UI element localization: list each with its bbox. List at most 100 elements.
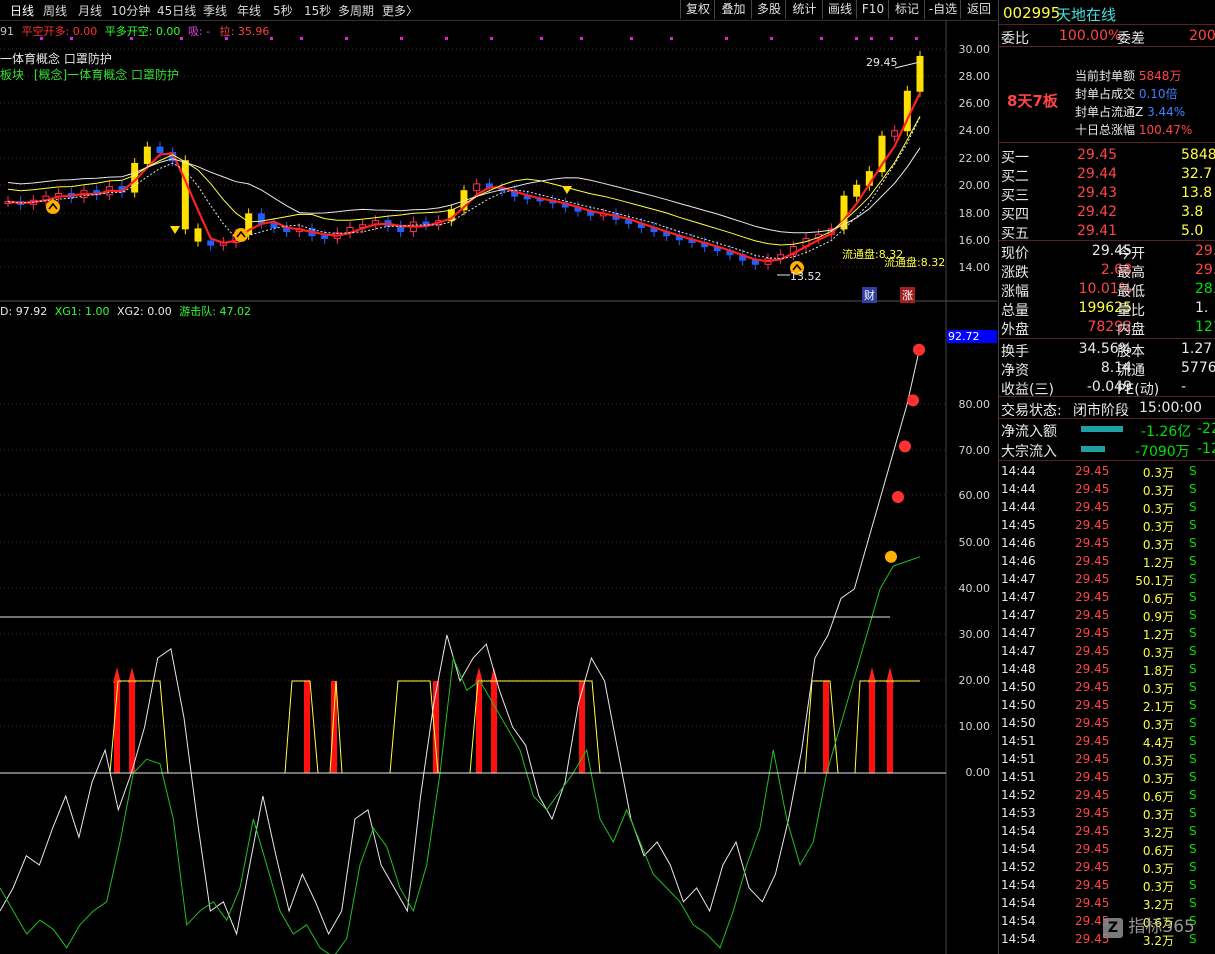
tab-10min[interactable]: 10分钟 <box>111 2 150 19</box>
signal-bar <box>579 681 585 773</box>
seal-float-label: 封单占流通Z <box>1075 105 1144 119</box>
indicator-axis-label: 60.00 <box>958 489 991 502</box>
ma-line <box>7 92 921 263</box>
signal-dot <box>270 37 273 40</box>
tab-more[interactable]: 更多〉 <box>382 2 418 19</box>
statistics-button[interactable]: 统计 <box>785 0 823 19</box>
signal-dot <box>855 37 858 40</box>
tab-5sec[interactable]: 5秒 <box>273 2 293 19</box>
tick-side: S <box>1189 896 1197 910</box>
yjd-label: 游击队 <box>179 305 213 318</box>
bid-volume: 3.8 <box>1181 204 1204 220</box>
tick-volume: 0.9万 <box>1142 610 1174 624</box>
financial-event-badge[interactable]: 财 <box>862 287 877 303</box>
mark-button[interactable]: 标记 <box>888 0 925 19</box>
tick-side: S <box>1189 698 1197 712</box>
tick-price: 29.45 <box>1075 734 1110 748</box>
tick-time: 14:52 <box>1001 860 1036 874</box>
multi-stock-button[interactable]: 多股 <box>751 0 786 19</box>
block-value2: -12 <box>1197 441 1215 457</box>
tick-row: 14:47 29.45 0.9万 S <box>999 607 1215 625</box>
bid-row[interactable]: 买一 29.45 5848 <box>999 146 1215 166</box>
header-item2-value: 0.00 <box>155 25 181 38</box>
tick-time: 14:54 <box>1001 914 1036 928</box>
tick-price: 29.45 <box>1075 824 1110 838</box>
tick-time: 14:51 <box>1001 734 1036 748</box>
overlay-button[interactable]: 叠加 <box>714 0 752 19</box>
stat-row: 涨幅 10.01% 最低 28. <box>999 280 1215 300</box>
sell-signal-icon <box>885 550 897 563</box>
tick-time: 14:51 <box>1001 770 1036 784</box>
bid-volume: 5.0 <box>1181 223 1204 239</box>
tick-price: 29.45 <box>1075 644 1110 658</box>
tab-15sec[interactable]: 15秒 <box>304 2 331 19</box>
tick-time: 14:52 <box>1001 788 1036 802</box>
watermark-logo-icon: Z <box>1103 918 1123 938</box>
netflow-row: 净流入额 -1.26亿 -22 <box>999 420 1215 440</box>
limit-up-badge[interactable]: 涨 <box>900 287 915 303</box>
signal-dot <box>345 37 348 40</box>
bid-row[interactable]: 买二 29.44 32.7 <box>999 165 1215 185</box>
tick-price: 29.45 <box>1075 806 1110 820</box>
tab-daily[interactable]: 日线 <box>10 2 34 19</box>
buy-signal-icon <box>46 200 60 214</box>
chart-area[interactable]: 91 平空开多: 0.00 平多开空: 0.00 吸: - 拉: 35.96 一… <box>0 20 997 954</box>
back-button[interactable]: 返回 <box>960 0 997 19</box>
tab-quarterly[interactable]: 季线 <box>203 2 227 19</box>
header-item4-value: 35.96 <box>237 25 270 38</box>
tick-volume: 50.1万 <box>1135 574 1174 588</box>
bid-row[interactable]: 买四 29.42 3.8 <box>999 203 1215 223</box>
signal-dot <box>400 37 403 40</box>
bid-row[interactable]: 买三 29.43 13.8 <box>999 184 1215 204</box>
tab-weekly[interactable]: 周线 <box>43 2 67 19</box>
tick-volume: 0.6万 <box>1142 790 1174 804</box>
tick-time: 14:44 <box>1001 482 1036 496</box>
restore-rights-button[interactable]: 复权 <box>680 0 715 19</box>
bid-row[interactable]: 买五 29.41 5.0 <box>999 222 1215 242</box>
tick-side: S <box>1189 536 1197 550</box>
tab-45day[interactable]: 45日线 <box>157 2 196 19</box>
block-bar <box>1081 446 1105 452</box>
tick-volume: 0.6万 <box>1142 844 1174 858</box>
signal-dot <box>540 37 543 40</box>
signal-bar <box>304 681 310 773</box>
signal-dot <box>630 37 633 40</box>
candle <box>156 146 164 154</box>
header-item3-value: - <box>206 25 211 38</box>
remove-watchlist-button[interactable]: -自选 <box>924 0 961 19</box>
stat2-value-2: - <box>1181 379 1187 395</box>
tick-time: 14:47 <box>1001 626 1036 640</box>
stat2-label: 净资 <box>1001 363 1029 379</box>
tick-price: 29.45 <box>1075 896 1110 910</box>
signal-bar <box>823 681 829 773</box>
concept-line2: 板块 [概念]一体育概念 口罩防护 <box>0 66 179 83</box>
tick-row: 14:47 29.45 0.3万 S <box>999 643 1215 661</box>
tick-time: 14:47 <box>1001 590 1036 604</box>
stock-name[interactable]: 天地在线 <box>1056 4 1116 25</box>
tick-price: 29.45 <box>1075 842 1110 856</box>
ma-line <box>7 116 921 246</box>
tick-row: 14:50 29.45 2.1万 S <box>999 697 1215 715</box>
xg2-value: 0.00 <box>147 305 172 318</box>
stat2-value-2: 5776 <box>1181 360 1215 376</box>
tab-monthly[interactable]: 月线 <box>78 2 102 19</box>
tick-price: 29.45 <box>1075 518 1110 532</box>
tab-yearly[interactable]: 年线 <box>237 2 261 19</box>
stat2-row: 换手 34.56% 股本 1.27 <box>999 340 1215 360</box>
bid-label: 买一 <box>1001 150 1029 166</box>
tab-multi-period[interactable]: 多周期 <box>338 2 374 19</box>
tick-side: S <box>1189 500 1197 514</box>
tick-side: S <box>1189 824 1197 838</box>
bid-price: 29.45 <box>1077 147 1118 163</box>
kline-chart[interactable] <box>0 20 997 954</box>
candle <box>853 184 861 197</box>
bid-volume: 32.7 <box>1181 166 1213 182</box>
stat2-row: 收益(三) -0.049 PE(动) - <box>999 378 1215 398</box>
header-item4-label: 拉 <box>219 25 231 38</box>
candle <box>207 240 215 246</box>
high-price-label: 29.45 <box>866 56 898 69</box>
draw-line-button[interactable]: 画线 <box>822 0 857 19</box>
f10-button[interactable]: F10 <box>856 0 889 19</box>
tick-side: S <box>1189 806 1197 820</box>
stat-label: 外盘 <box>1001 322 1029 338</box>
